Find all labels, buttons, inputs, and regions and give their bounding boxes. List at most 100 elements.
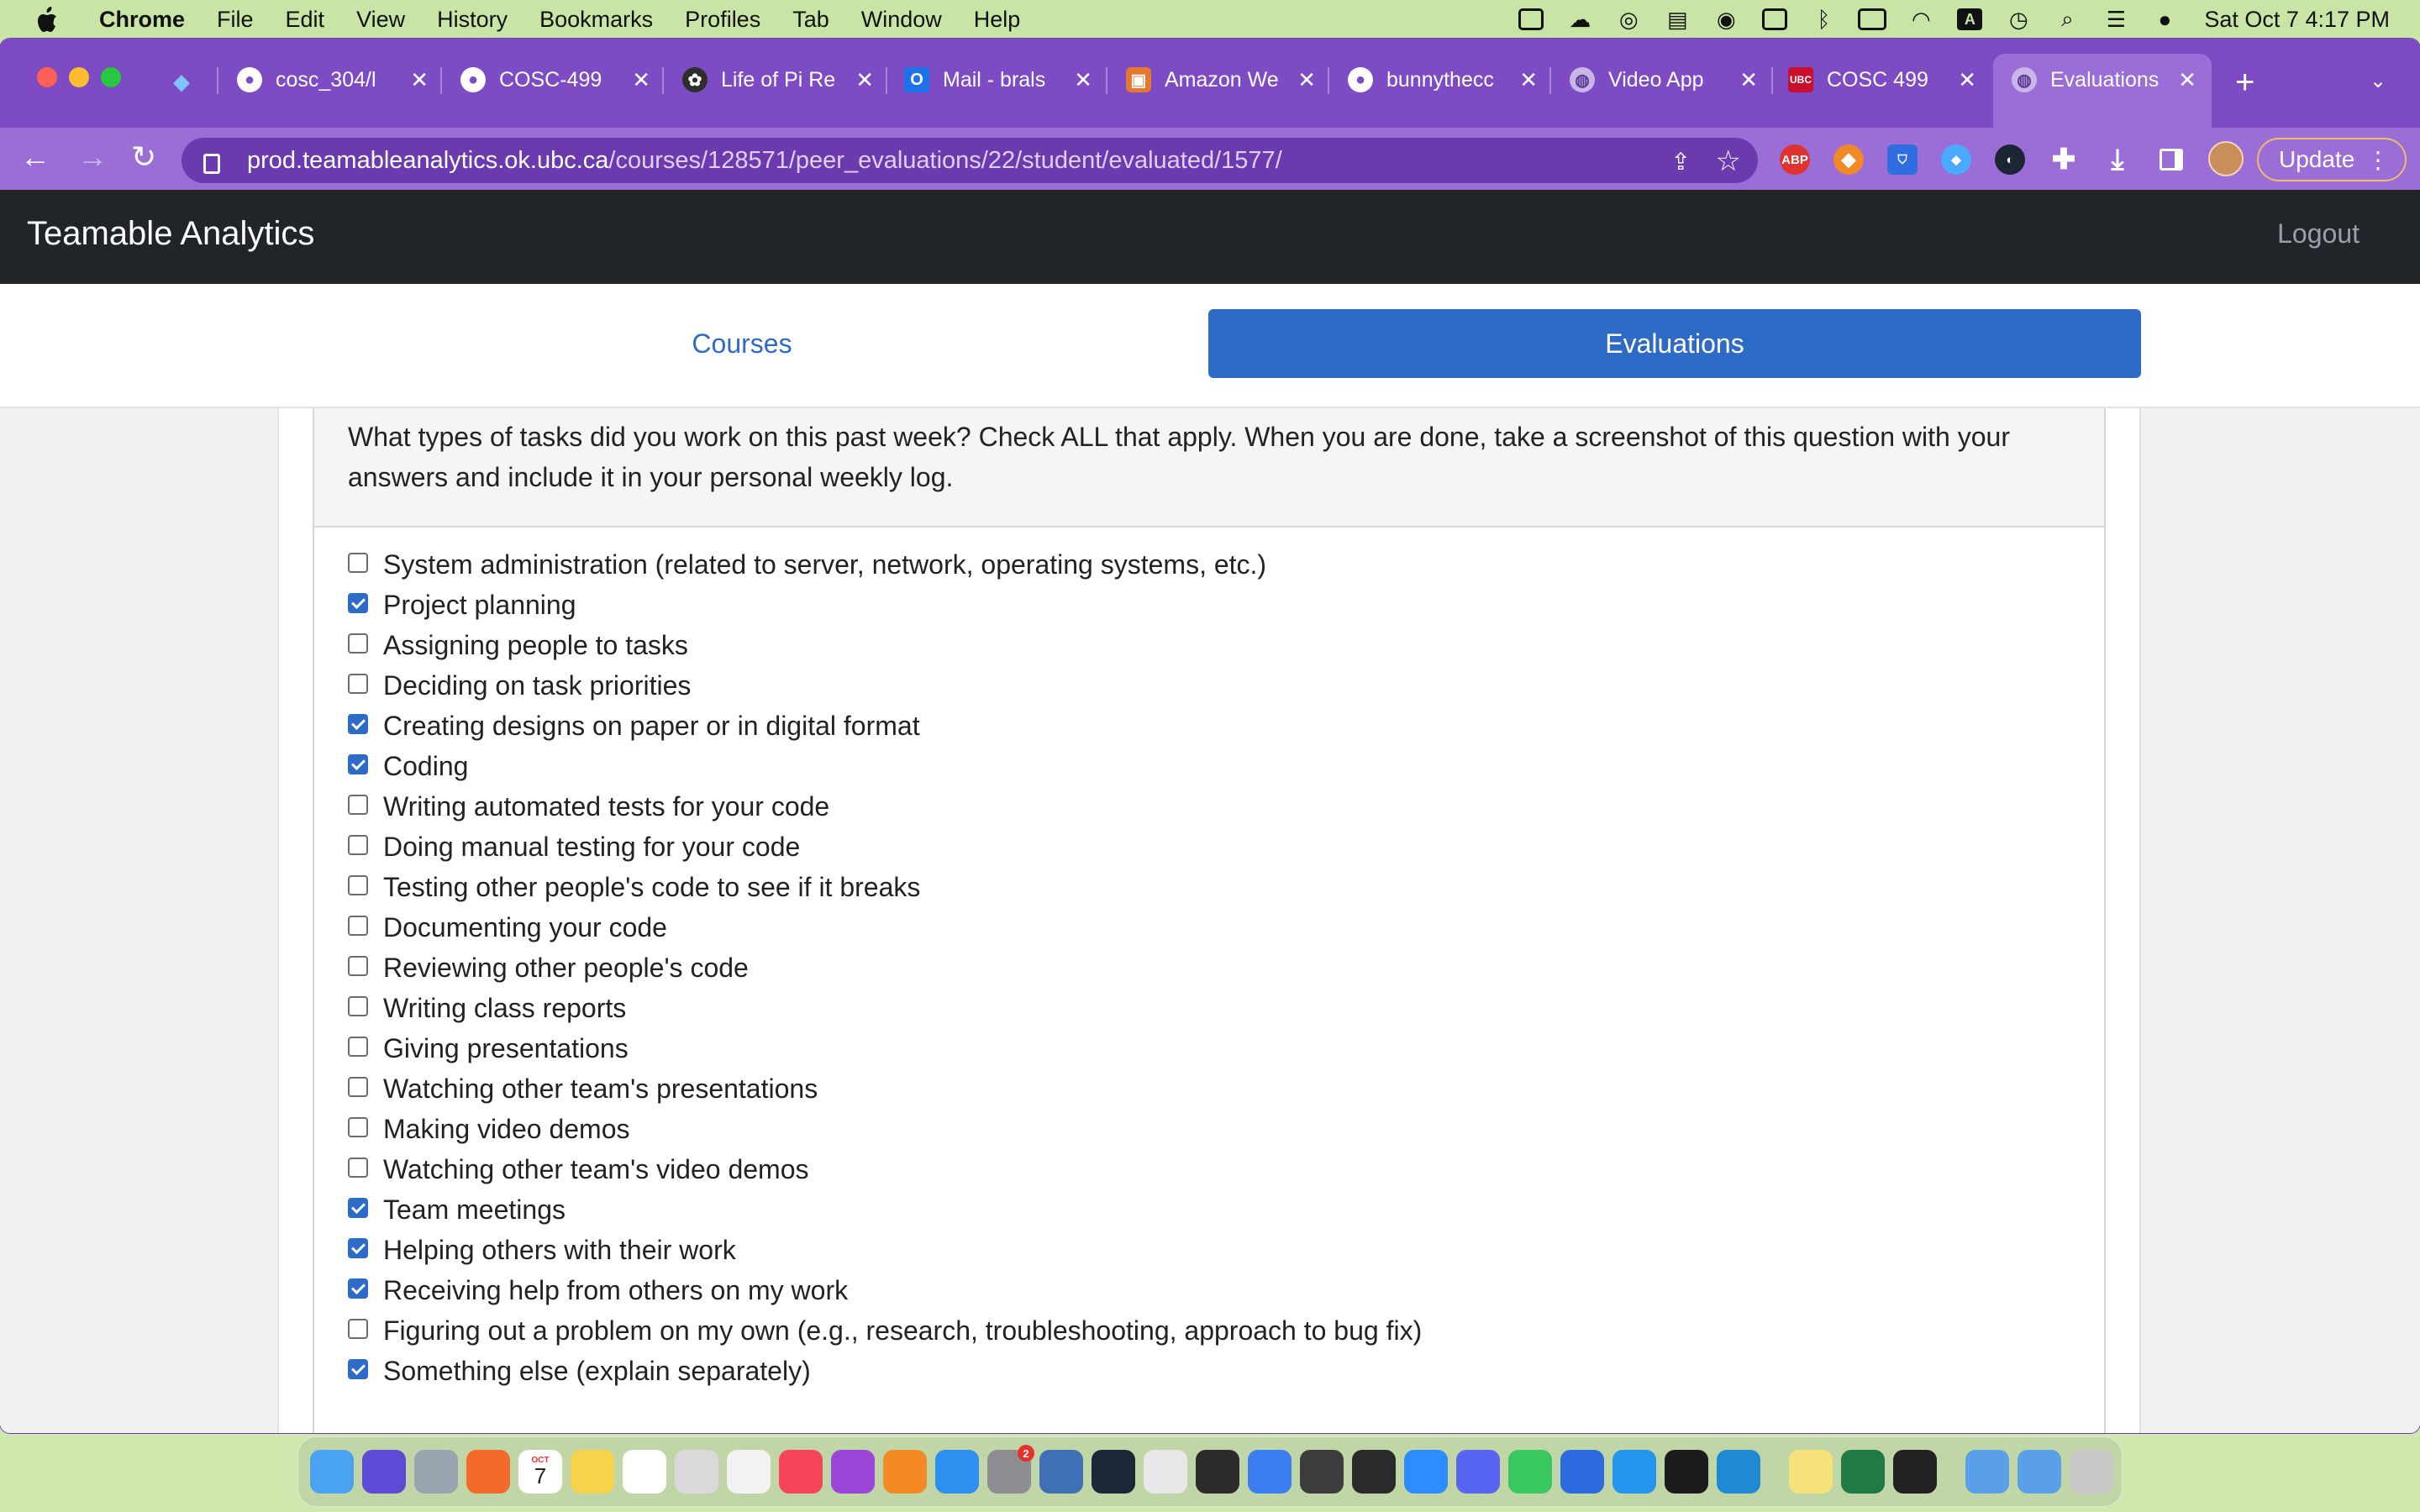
checkbox-label[interactable]: Writing class reports	[383, 993, 626, 1024]
launchpad-icon[interactable]	[414, 1450, 458, 1494]
checkbox-label[interactable]: Writing automated tests for your code	[383, 791, 829, 822]
metamask-fox-icon[interactable]: ◆	[1833, 144, 1864, 175]
calendar-icon[interactable]: OCT 7	[518, 1450, 562, 1494]
checkbox-checked[interactable]	[348, 1198, 368, 1218]
terminal-icon[interactable]	[1893, 1450, 1937, 1494]
control-center-icon[interactable]: ☰	[2102, 7, 2130, 32]
close-icon[interactable]: ✕	[855, 67, 874, 93]
disk-utility-icon[interactable]	[1300, 1450, 1344, 1494]
spotlight-search-icon[interactable]: ⌕	[2053, 6, 2081, 32]
menu-app-name[interactable]: Chrome	[99, 7, 185, 33]
downloads-folder-icon[interactable]	[1965, 1450, 2009, 1494]
steam-icon[interactable]	[1092, 1450, 1135, 1494]
close-icon[interactable]: ✕	[1519, 67, 1538, 93]
downloads-icon[interactable]: ⤓	[2102, 144, 2133, 176]
checkbox-unchecked[interactable]	[348, 633, 368, 654]
checkbox-option[interactable]: Watching other team's video demos	[348, 1149, 1422, 1189]
checkbox-option[interactable]: Something else (explain separately)	[348, 1351, 1422, 1391]
checkbox-option[interactable]: Testing other people's code to see if it…	[348, 867, 1422, 907]
checkbox-label[interactable]: Giving presentations	[383, 1033, 629, 1064]
bookmark-star-icon[interactable]: ☆	[1716, 144, 1741, 178]
airdrop-icon[interactable]: ◉	[1712, 7, 1740, 32]
tab-amazon[interactable]: ▣ Amazon We ✕	[1126, 66, 1316, 94]
close-icon[interactable]: ✕	[632, 67, 650, 93]
checkbox-label[interactable]: Deciding on task priorities	[383, 670, 691, 701]
checkbox-unchecked[interactable]	[348, 553, 368, 573]
menu-tab[interactable]: Tab	[792, 7, 829, 33]
checkbox-label[interactable]: Project planning	[383, 590, 576, 621]
excel-icon[interactable]	[1841, 1450, 1885, 1494]
checkbox-label[interactable]: Creating designs on paper or in digital …	[383, 711, 920, 742]
tab-bunny[interactable]: ● bunnythecc ✕	[1348, 66, 1538, 94]
share-icon[interactable]: ⇪	[1671, 148, 1691, 176]
zoom-icon[interactable]	[1404, 1450, 1448, 1494]
checkbox-label[interactable]: Making video demos	[383, 1114, 629, 1145]
system-settings-icon[interactable]: 2	[987, 1445, 1034, 1494]
finder-icon[interactable]	[310, 1450, 354, 1494]
checkbox-label[interactable]: Watching other team's presentations	[383, 1074, 818, 1105]
music-icon[interactable]	[779, 1450, 823, 1494]
brand-logo-text[interactable]: Teamable Analytics	[27, 215, 314, 253]
freeform-icon[interactable]	[623, 1450, 666, 1494]
courses-nav-link[interactable]: Courses	[277, 309, 1207, 378]
checkbox-option[interactable]: Helping others with their work	[348, 1230, 1422, 1270]
podcasts-icon[interactable]	[831, 1450, 875, 1494]
drive-icon[interactable]	[1517, 7, 1545, 32]
profile-avatar[interactable]	[2208, 141, 2244, 176]
checkbox-option[interactable]: Creating designs on paper or in digital …	[348, 706, 1422, 746]
mail-m-icon[interactable]	[1560, 1450, 1604, 1494]
tab-cosc304[interactable]: ● cosc_304/l ✕	[237, 66, 429, 94]
virtualbox-icon[interactable]	[1039, 1450, 1083, 1494]
tab-cosc499-github[interactable]: ● COSC-499 ✕	[460, 66, 650, 94]
windows-icon[interactable]	[1760, 7, 1789, 32]
apple-icon[interactable]	[34, 6, 59, 33]
vscode-icon[interactable]	[1717, 1450, 1760, 1494]
checkbox-checked[interactable]	[348, 1278, 368, 1299]
checkbox-option[interactable]: Writing automated tests for your code	[348, 786, 1422, 827]
tab-mail[interactable]: O Mail - brals ✕	[904, 66, 1092, 94]
checkbox-label[interactable]: Testing other people's code to see if it…	[383, 872, 920, 903]
tab-video-app[interactable]: ◍ Video App ✕	[1570, 66, 1758, 94]
checkbox-option[interactable]: Deciding on task priorities	[348, 665, 1422, 706]
messages-icon[interactable]	[1508, 1450, 1552, 1494]
screenshot-icon[interactable]	[675, 1450, 718, 1494]
checkbox-option[interactable]: Team meetings	[348, 1189, 1422, 1230]
final-cut-icon[interactable]	[1352, 1450, 1396, 1494]
app-store-icon[interactable]	[935, 1450, 979, 1494]
address-url[interactable]: prod.teamableanalytics.ok.ubc.ca/courses…	[247, 147, 1282, 175]
menu-window[interactable]: Window	[861, 7, 942, 33]
menu-view[interactable]: View	[356, 7, 405, 33]
checkbox-checked[interactable]	[348, 714, 368, 734]
bluetooth-icon[interactable]: ᛒ	[1809, 7, 1838, 32]
menu-profiles[interactable]: Profiles	[685, 7, 760, 33]
evaluations-nav-link[interactable]: Evaluations	[1208, 309, 2141, 378]
battery-icon[interactable]	[1858, 7, 1887, 32]
checkbox-option[interactable]: Receiving help from others on my work	[348, 1270, 1422, 1310]
menu-edit[interactable]: Edit	[286, 7, 325, 33]
forward-arrow-icon[interactable]: →	[77, 139, 108, 175]
checkbox-option[interactable]: Making video demos	[348, 1109, 1422, 1149]
adblock-plus-icon[interactable]: ABP	[1780, 144, 1810, 175]
checkbox-unchecked[interactable]	[348, 674, 368, 694]
window-close-button[interactable]	[37, 67, 57, 87]
checkbox-unchecked[interactable]	[348, 1077, 368, 1097]
close-icon[interactable]: ✕	[2178, 67, 2196, 93]
tab-cosc499-canvas[interactable]: UBC COSC 499 ✕	[1788, 66, 1976, 94]
gem-extension-icon[interactable]: ◆	[1941, 144, 1971, 175]
time-machine-icon[interactable]: ◷	[2004, 7, 2033, 32]
tab-evaluations-active[interactable]: ◍ Evaluations ✕	[2012, 66, 2196, 94]
siri-icon[interactable]: ●	[2150, 7, 2179, 32]
menu-bookmarks[interactable]: Bookmarks	[539, 7, 653, 33]
checkbox-option[interactable]: Writing class reports	[348, 988, 1422, 1028]
checkbox-label[interactable]: Figuring out a problem on my own (e.g., …	[383, 1315, 1422, 1347]
books-icon[interactable]	[883, 1450, 927, 1494]
extension-lens-icon[interactable]: ◐	[1995, 144, 2025, 175]
checkbox-unchecked[interactable]	[348, 1037, 368, 1057]
checkbox-option[interactable]: Assigning people to tasks	[348, 625, 1422, 665]
menu-file[interactable]: File	[217, 7, 254, 33]
close-icon[interactable]: ✕	[410, 67, 429, 93]
checkbox-unchecked[interactable]	[348, 795, 368, 815]
new-tab-icon[interactable]: +	[2235, 64, 2254, 102]
weather-icon[interactable]: ☁	[1565, 7, 1594, 32]
window-minimize-button[interactable]	[69, 67, 89, 87]
